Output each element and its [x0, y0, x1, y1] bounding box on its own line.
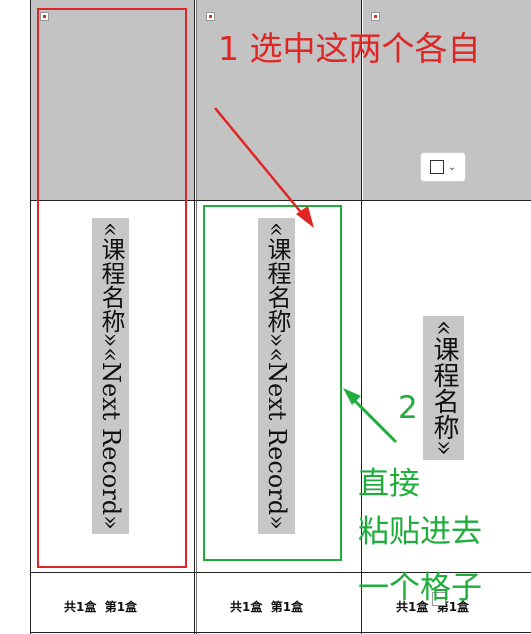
layout-options-icon	[429, 160, 444, 174]
green-arrow-icon	[350, 396, 398, 444]
table-border-bottom	[30, 632, 531, 633]
layout-options-button[interactable]: ⌄	[420, 152, 466, 182]
annotation-step2-number: 2	[398, 390, 418, 426]
box-count-label: 共1盒 第1盒	[230, 600, 304, 614]
table-column-divider	[194, 0, 195, 634]
broken-image-icon	[206, 12, 215, 21]
box-count-label: 共1盒 第1盒	[64, 600, 138, 614]
table-column-divider	[196, 0, 197, 634]
annotation-step1: 1 选中这两个各自	[218, 29, 481, 68]
annotation-step2-line: 直接	[358, 466, 420, 502]
selection-highlight-red	[37, 8, 187, 568]
green-arrowhead-icon	[343, 388, 361, 405]
annotation-step2-line: 一个格子	[358, 570, 482, 606]
table-border-left	[30, 0, 31, 634]
broken-image-icon	[371, 12, 380, 21]
annotation-step2-line: 粘贴进去	[358, 514, 482, 550]
chevron-down-icon: ⌄	[447, 161, 457, 173]
paste-target-highlight-green	[203, 205, 342, 561]
merge-field-course-name[interactable]: «课程名称»	[423, 316, 464, 460]
